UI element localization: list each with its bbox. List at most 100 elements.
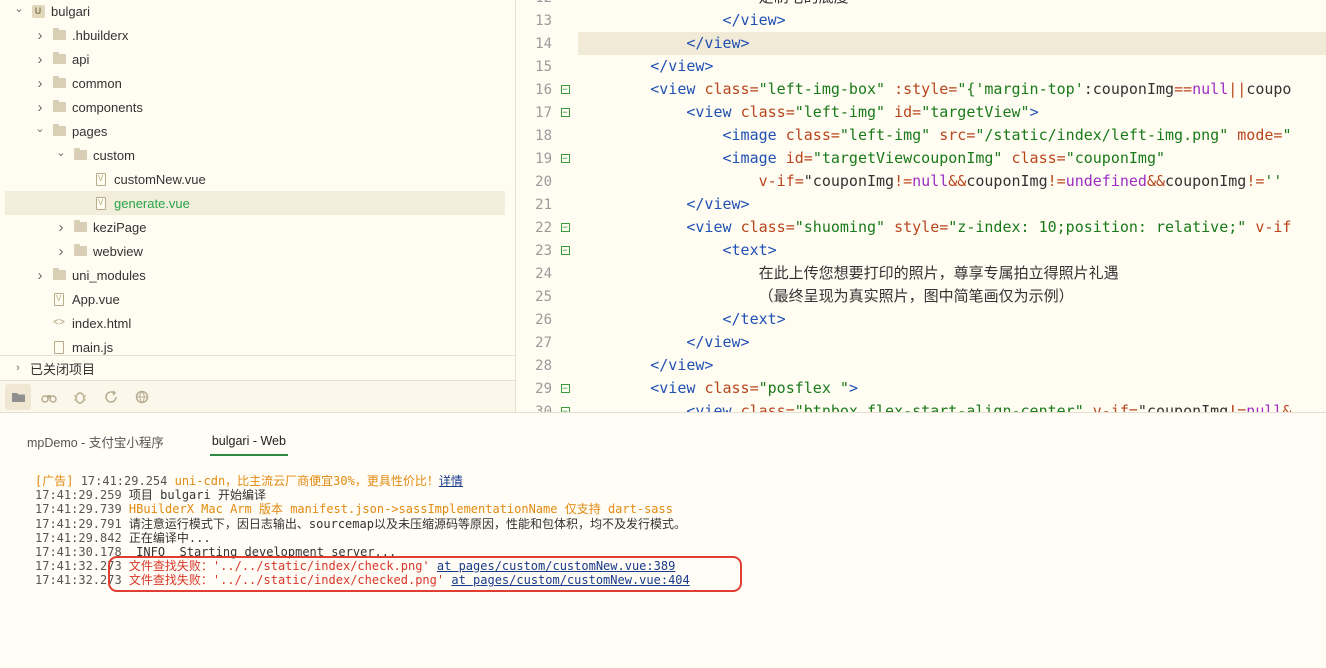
folder-icon [52,100,66,114]
log-line: 17:41:29.259 项目 bulgari 开始编译 [35,488,1315,502]
fold-toggle-icon[interactable]: − [552,384,578,394]
chevron-right-icon[interactable]: › [33,267,47,284]
tree-item[interactable]: › uni_modules [5,263,505,287]
tree-item[interactable]: ⌄ Ubulgari [5,0,505,23]
code-line[interactable]: 26 </text> [516,308,1326,331]
code-line[interactable]: 27 </view> [516,331,1326,354]
code-text: </view> [578,331,1326,354]
code-token: & [1282,402,1292,412]
code-token: null [1246,402,1283,412]
fold-toggle-icon[interactable]: − [552,246,578,256]
log-timestamp: 17:41:29.842 [35,530,129,545]
code-line[interactable]: 18 <image class="left-img" src="/static/… [516,124,1326,147]
code-token: <image [722,126,786,144]
fold-toggle-icon[interactable]: − [552,108,578,118]
chevron-down-icon[interactable]: ⌄ [33,121,47,135]
closed-projects-row[interactable]: › 已关闭项目 [0,355,515,380]
tree-item[interactable]: › common [5,71,505,95]
chevron-right-icon[interactable]: › [33,99,47,116]
binoculars-icon[interactable] [36,384,62,410]
chevron-right-icon[interactable]: › [54,219,68,236]
code-token: != [894,172,913,190]
code-token: "couponImg [803,172,895,190]
code-line[interactable]: 28 </view> [516,354,1326,377]
code-token: "couponImg" [1065,149,1166,167]
chevron-right-icon[interactable]: › [33,75,47,92]
log-line: 17:41:32.273 文件查找失败：'../../static/index/… [35,573,1315,587]
tree-item[interactable]: ⌄ custom [5,143,505,167]
tree-item[interactable]: ⌄ pages [5,119,505,143]
tree-item[interactable]: <> index.html [5,311,505,335]
tree-item[interactable]: generate.vue [5,191,505,215]
folder-icon[interactable] [5,384,31,410]
tree-item-label: uni_modules [72,267,146,283]
tree-item[interactable]: customNew.vue [5,167,505,191]
code-line[interactable]: 16− <view class="left-img-box" :style="{… [516,78,1326,101]
code-token: class [740,402,786,412]
code-line[interactable]: 24 在此上传您想要打印的照片，尊享专属拍立得照片礼遇 [516,262,1326,285]
tree-item[interactable]: › components [5,95,505,119]
tree-item[interactable]: › api [5,47,505,71]
log-link[interactable]: at pages/custom/customNew.vue:404 [451,573,689,587]
chevron-right-icon[interactable]: › [33,51,47,68]
log-line: 17:41:29.791 请注意运行模式下，因日志输出、sourcemap以及未… [35,517,1315,531]
chevron-down-icon[interactable]: ⌄ [12,1,26,15]
tree-item[interactable]: › keziPage [5,215,505,239]
tree-item-label: customNew.vue [114,171,206,187]
globe-icon[interactable] [129,384,155,410]
code-token: = [794,172,804,190]
console-tab[interactable]: bulgari - Web [209,428,289,456]
code-text: </text> [578,308,1326,331]
code-token: "z-index: 10;position: relative;" [948,218,1247,236]
tree-item-label: components [72,99,143,115]
code-line[interactable]: 17− <view class="left-img" id="targetVie… [516,101,1326,124]
tree-item[interactable]: › webview [5,239,505,263]
refresh-icon[interactable] [98,384,124,410]
log-text: 文件查找失败：'../../static/index/check.png' [128,559,437,574]
code-line[interactable]: 12 定制宅的底度 [516,0,1326,9]
code-line[interactable]: 25 （最终呈现为真实照片，图中简笔画仅为示例） [516,285,1326,308]
line-number: 27 [535,334,552,351]
code-line[interactable]: 23− <text> [516,239,1326,262]
code-text: （最终呈现为真实照片，图中简笔画仅为示例） [578,285,1326,308]
code-line[interactable]: 22− <view class="shuoming" style="z-inde… [516,216,1326,239]
html-file-icon: <> [52,317,65,329]
code-line[interactable]: 15 </view> [516,55,1326,78]
log-link[interactable]: 详情 [439,474,463,488]
code-line[interactable]: 13 </view> [516,9,1326,32]
code-token: <text> [722,241,777,259]
log-link[interactable]: at pages/custom/customNew.vue:389 [437,559,675,573]
log-line: 17:41:29.842 正在编译中... [35,531,1315,545]
tree-item[interactable]: App.vue [5,287,505,311]
code-line[interactable]: 30− <view class="btnbox flex-start-align… [516,400,1326,412]
fold-toggle-icon[interactable]: − [552,85,578,95]
code-token: > [1029,103,1039,121]
code-line[interactable]: 21 </view> [516,193,1326,216]
chevron-down-icon[interactable]: ⌄ [54,145,68,159]
bug-icon[interactable] [67,384,93,410]
fold-toggle-icon[interactable]: − [552,154,578,164]
fold-toggle-icon[interactable]: − [552,223,578,233]
code-token: "couponImg [1137,402,1229,412]
code-token: <view [686,218,741,236]
code-token: || [1228,80,1247,98]
chevron-right-icon[interactable]: › [33,27,47,44]
code-line[interactable]: 29− <view class="posflex "> [516,377,1326,400]
tree-item[interactable]: main.js [5,335,505,355]
code-line[interactable]: 14 </view> [516,32,1326,55]
code-editor[interactable]: 12 定制宅的底度13 </view>14 </view>15 </view>1… [516,0,1326,412]
code-token: coupo [1246,80,1292,98]
chevron-right-icon[interactable]: › [54,243,68,260]
console-tab[interactable]: mpDemo - 支付宝小程序 [27,426,164,457]
code-line[interactable]: 19− <image id="targetViewcouponImg" clas… [516,147,1326,170]
tree-item[interactable]: › .hbuilderx [5,23,505,47]
project-explorer: ⌄ Ubulgari › .hbuilderx › api › common › componen… [0,0,516,412]
code-line[interactable]: 20 v-if="couponImg!=null&&couponImg!=und… [516,170,1326,193]
code-token: = [785,103,795,121]
